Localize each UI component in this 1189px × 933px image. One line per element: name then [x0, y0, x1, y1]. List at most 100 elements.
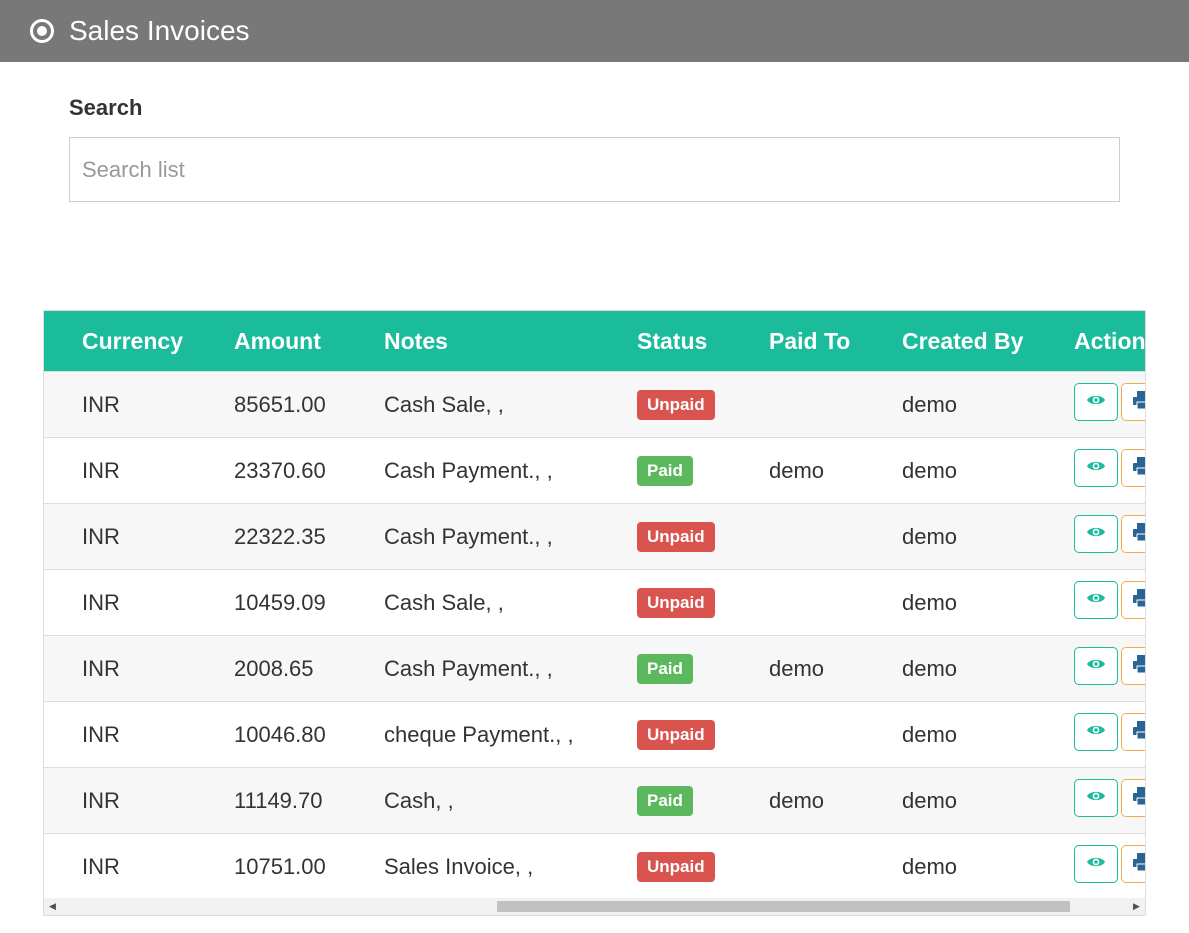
created-by-cell: demo — [902, 458, 958, 483]
currency-cell: INR — [82, 722, 120, 747]
table-row: INR 11149.70 Cash, , Paid demo demo — [44, 767, 1145, 833]
view-button[interactable] — [1074, 713, 1118, 751]
created-by-cell: demo — [902, 722, 958, 747]
table-row: INR 85651.00 Cash Sale, , Unpaid demo — [44, 371, 1145, 437]
notes-cell: Cash Payment., , — [384, 656, 553, 681]
table-header: Currency Amount Notes Status Paid To Cre… — [44, 311, 1146, 371]
paid-to-cell: demo — [769, 656, 825, 681]
notes-cell: Cash, , — [384, 788, 454, 813]
print-icon — [1132, 786, 1145, 811]
status-badge: Paid — [637, 786, 693, 816]
print-icon — [1132, 588, 1145, 613]
column-header-notes[interactable]: Notes — [384, 311, 448, 371]
notes-cell: Cash Payment., , — [384, 524, 553, 549]
notes-cell: Sales Invoice, , — [384, 854, 534, 879]
print-button[interactable] — [1121, 383, 1145, 421]
scrollbar-thumb[interactable] — [497, 901, 1070, 912]
print-button[interactable] — [1121, 713, 1145, 751]
print-button[interactable] — [1121, 449, 1145, 487]
created-by-cell: demo — [902, 392, 958, 417]
created-by-cell: demo — [902, 590, 958, 615]
amount-cell: 10459.09 — [234, 590, 326, 615]
notes-cell: Cash Sale, , — [384, 392, 504, 417]
print-button[interactable] — [1121, 581, 1145, 619]
notes-cell: cheque Payment., , — [384, 722, 574, 747]
column-header-created-by[interactable]: Created By — [902, 311, 1023, 371]
search-label: Search — [69, 95, 143, 120]
amount-cell: 85651.00 — [234, 392, 326, 417]
amount-cell: 10046.80 — [234, 722, 326, 747]
horizontal-scrollbar[interactable]: ◀ ▶ — [44, 898, 1145, 915]
status-badge: Unpaid — [637, 588, 715, 618]
currency-cell: INR — [82, 656, 120, 681]
print-icon — [1132, 522, 1145, 547]
page-title: Sales Invoices — [69, 15, 250, 46]
print-icon — [1132, 390, 1145, 415]
eye-icon — [1086, 789, 1106, 808]
eye-icon — [1086, 459, 1106, 478]
column-header-paid-to[interactable]: Paid To — [769, 311, 850, 371]
table-row: INR 2008.65 Cash Payment., , Paid demo demo — [44, 635, 1145, 701]
column-header-currency[interactable]: Currency — [82, 311, 183, 371]
column-header-amount[interactable]: Amount — [234, 311, 321, 371]
amount-cell: 2008.65 — [234, 656, 314, 681]
created-by-cell: demo — [902, 524, 958, 549]
table-row: INR 10751.00 Sales Invoice, , Unpaid demo — [44, 833, 1145, 899]
amount-cell: 23370.60 — [234, 458, 326, 483]
title-bar: Sales Invoices — [0, 0, 1189, 62]
paid-to-cell: demo — [769, 788, 825, 813]
print-icon — [1132, 456, 1145, 481]
column-header-status[interactable]: Status — [637, 311, 707, 371]
eye-icon — [1086, 525, 1106, 544]
print-button[interactable] — [1121, 515, 1145, 553]
notes-cell: Cash Sale, , — [384, 590, 504, 615]
scroll-right-arrow-icon[interactable]: ▶ — [1128, 898, 1145, 915]
created-by-cell: demo — [902, 656, 958, 681]
print-button[interactable] — [1121, 647, 1145, 685]
eye-icon — [1086, 855, 1106, 874]
currency-cell: INR — [82, 788, 120, 813]
radio-target-icon — [30, 19, 54, 43]
invoice-table: Currency Amount Notes Status Paid To Cre… — [43, 310, 1146, 916]
eye-icon — [1086, 393, 1106, 412]
status-badge: Paid — [637, 654, 693, 684]
table-row: INR 23370.60 Cash Payment., , Paid demo demo — [44, 437, 1145, 503]
amount-cell: 22322.35 — [234, 524, 326, 549]
paid-to-cell: demo — [769, 458, 825, 483]
created-by-cell: demo — [902, 788, 958, 813]
print-button[interactable] — [1121, 779, 1145, 817]
amount-cell: 10751.00 — [234, 854, 326, 879]
print-icon — [1132, 852, 1145, 877]
eye-icon — [1086, 657, 1106, 676]
status-badge: Unpaid — [637, 720, 715, 750]
column-header-action: Action — [1074, 328, 1146, 354]
currency-cell: INR — [82, 590, 120, 615]
eye-icon — [1086, 723, 1106, 742]
table-row: INR 22322.35 Cash Payment., , Unpaid demo — [44, 503, 1145, 569]
view-button[interactable] — [1074, 779, 1118, 817]
status-badge: Unpaid — [637, 852, 715, 882]
view-button[interactable] — [1074, 383, 1118, 421]
print-icon — [1132, 654, 1145, 679]
view-button[interactable] — [1074, 581, 1118, 619]
table-row: INR 10459.09 Cash Sale, , Unpaid demo — [44, 569, 1145, 635]
currency-cell: INR — [82, 392, 120, 417]
eye-icon — [1086, 591, 1106, 610]
currency-cell: INR — [82, 854, 120, 879]
currency-cell: INR — [82, 524, 120, 549]
status-badge: Paid — [637, 456, 693, 486]
status-badge: Unpaid — [637, 522, 715, 552]
scroll-left-arrow-icon[interactable]: ◀ — [44, 898, 61, 915]
currency-cell: INR — [82, 458, 120, 483]
status-badge: Unpaid — [637, 390, 715, 420]
amount-cell: 11149.70 — [234, 788, 323, 813]
notes-cell: Cash Payment., , — [384, 458, 553, 483]
view-button[interactable] — [1074, 449, 1118, 487]
search-input[interactable] — [69, 137, 1120, 202]
print-icon — [1132, 720, 1145, 745]
view-button[interactable] — [1074, 515, 1118, 553]
view-button[interactable] — [1074, 647, 1118, 685]
created-by-cell: demo — [902, 854, 958, 879]
print-button[interactable] — [1121, 845, 1145, 883]
view-button[interactable] — [1074, 845, 1118, 883]
